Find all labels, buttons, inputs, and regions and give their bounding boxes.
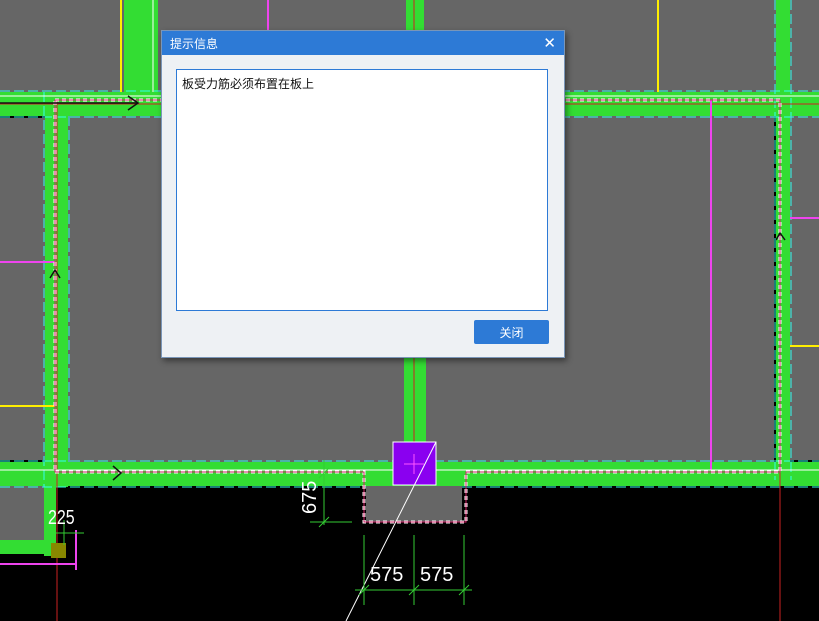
dimension-label-575-left: 575 (370, 564, 403, 586)
close-button[interactable]: 关闭 (474, 320, 549, 344)
dimension-label-675: 675 (299, 481, 321, 514)
dimension-label-575-right: 575 (420, 564, 453, 586)
message-textbox[interactable]: 板受力筋必须布置在板上 (176, 69, 548, 311)
close-icon[interactable]: ✕ (543, 35, 556, 51)
dimension-label-225: 225 (48, 506, 75, 528)
message-text: 板受力筋必须布置在板上 (182, 77, 315, 91)
node-marker (51, 543, 66, 558)
dialog-title: 提示信息 (170, 36, 219, 51)
dialog-titlebar[interactable]: 提示信息 ✕ (162, 31, 564, 55)
info-dialog: 提示信息 ✕ 板受力筋必须布置在板上 关闭 (161, 30, 565, 358)
